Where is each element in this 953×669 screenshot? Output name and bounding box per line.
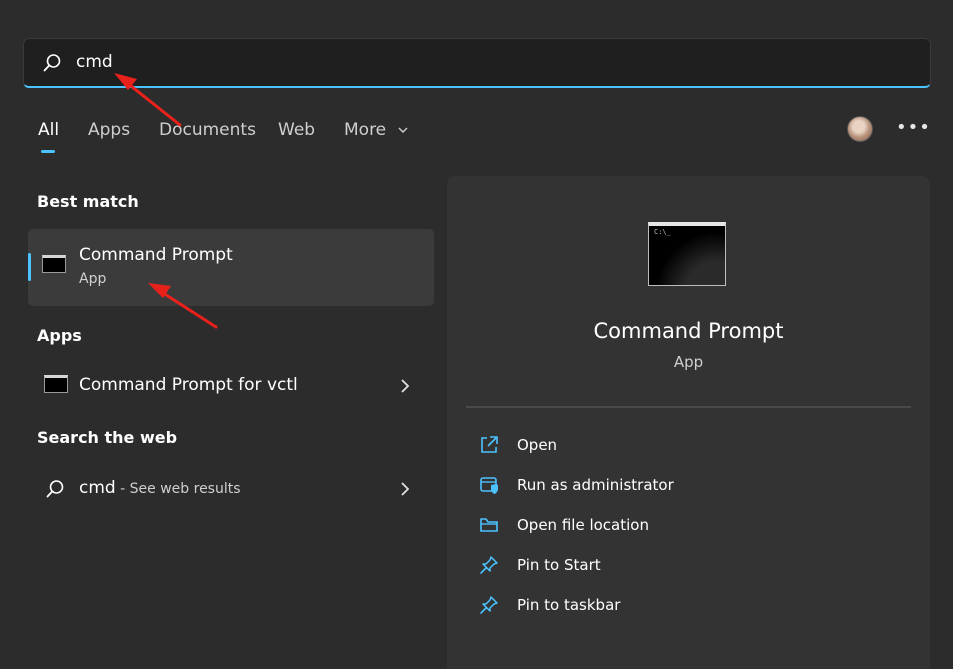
web-query: cmd xyxy=(79,478,116,498)
app-result-item[interactable]: Command Prompt for vctl xyxy=(28,364,434,408)
divider xyxy=(466,406,911,408)
web-result-item[interactable]: cmd - See web results xyxy=(28,467,434,511)
chevron-down-icon xyxy=(398,127,408,133)
open-external-icon xyxy=(481,436,498,453)
action-label: Run as administrator xyxy=(517,476,674,494)
app-result-label: Command Prompt for vctl xyxy=(79,375,298,395)
tab-more[interactable]: More xyxy=(344,120,408,140)
tab-apps[interactable]: Apps xyxy=(88,120,130,140)
chevron-right-icon[interactable] xyxy=(398,481,412,497)
web-result-suffix: - See web results xyxy=(115,481,241,497)
chevron-right-icon[interactable] xyxy=(398,378,412,394)
action-run-as-admin[interactable]: Run as administrator xyxy=(479,471,899,499)
tab-web[interactable]: Web xyxy=(278,120,315,140)
action-pin-to-start[interactable]: Pin to Start xyxy=(479,551,899,579)
best-match-title: Command Prompt xyxy=(79,245,233,265)
prompt-glyph: C:\_ xyxy=(654,228,671,236)
search-input[interactable]: cmd xyxy=(76,52,113,72)
active-tab-indicator xyxy=(41,150,55,153)
action-open[interactable]: Open xyxy=(479,431,899,459)
command-prompt-icon xyxy=(42,255,66,273)
preview-subtitle: App xyxy=(673,353,704,371)
folder-icon xyxy=(480,518,498,532)
action-label: Pin to Start xyxy=(517,556,601,574)
more-options-button[interactable]: ••• xyxy=(896,118,930,138)
windows-search-window: cmd All Apps Documents Web More ••• Best… xyxy=(0,0,953,669)
pin-icon xyxy=(480,556,498,574)
search-box[interactable]: cmd xyxy=(23,38,931,88)
action-pin-to-taskbar[interactable]: Pin to taskbar xyxy=(479,591,899,619)
best-match-heading: Best match xyxy=(37,192,139,211)
tab-all[interactable]: All xyxy=(38,120,59,140)
search-web-heading: Search the web xyxy=(37,428,178,447)
pin-icon xyxy=(480,596,498,614)
action-label: Open xyxy=(517,436,558,454)
selection-indicator xyxy=(28,253,31,281)
best-match-item[interactable]: Command Prompt App xyxy=(28,229,434,306)
command-prompt-large-icon: C:\_ xyxy=(648,222,726,286)
web-result-label: cmd - See web results xyxy=(79,478,241,498)
shield-window-icon xyxy=(480,477,498,494)
search-icon xyxy=(46,480,64,498)
preview-title: Command Prompt xyxy=(593,319,784,343)
preview-panel: C:\_ Command Prompt App Open Run as admi… xyxy=(447,176,930,669)
command-prompt-icon xyxy=(44,375,68,393)
action-open-file-location[interactable]: Open file location xyxy=(479,511,899,539)
user-avatar[interactable] xyxy=(847,116,873,142)
best-match-subtitle: App xyxy=(79,271,107,287)
action-label: Open file location xyxy=(517,516,649,534)
search-icon xyxy=(43,54,61,72)
apps-heading: Apps xyxy=(37,326,82,345)
tab-more-label: More xyxy=(344,120,387,140)
action-label: Pin to taskbar xyxy=(517,596,621,614)
tab-documents[interactable]: Documents xyxy=(159,120,256,140)
